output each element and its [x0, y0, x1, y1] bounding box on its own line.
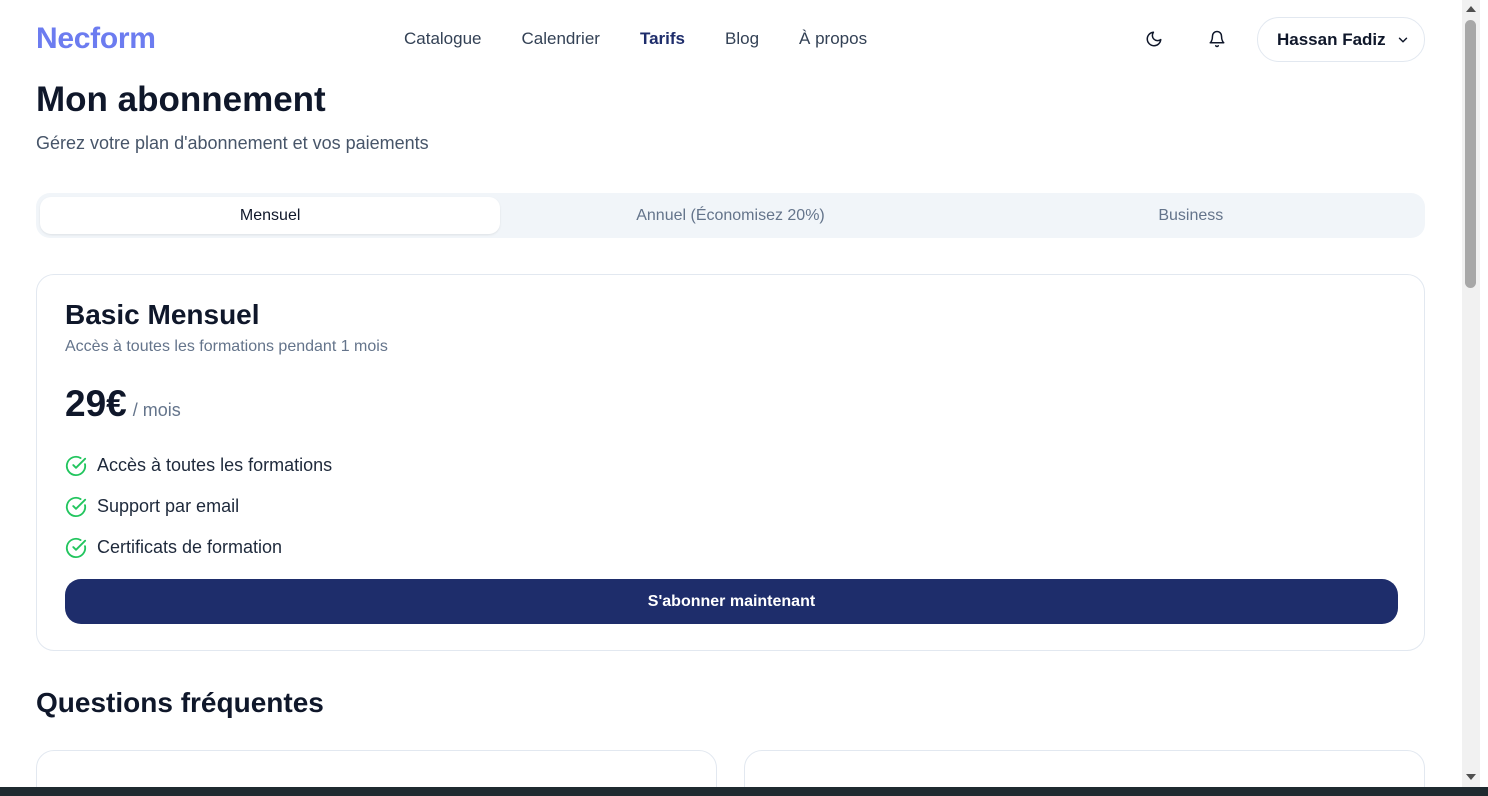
- main-nav: Catalogue Calendrier Tarifs Blog À propo…: [404, 29, 907, 49]
- plan-period: / mois: [132, 400, 181, 420]
- nav-link-a-propos[interactable]: À propos: [799, 29, 867, 49]
- scroll-down-arrow-icon[interactable]: [1465, 772, 1477, 782]
- subscribe-button[interactable]: S'abonner maintenant: [65, 579, 1398, 624]
- feature-item: Support par email: [65, 486, 332, 527]
- bell-icon: [1209, 30, 1225, 48]
- plan-description: Accès à toutes les formations pendant 1 …: [65, 338, 388, 355]
- feature-label: Support par email: [97, 496, 240, 516]
- feature-label: Accès à toutes les formations: [97, 455, 333, 475]
- page-scrollbar[interactable]: [1462, 0, 1480, 787]
- faq-title: Questions fréquentes: [36, 687, 324, 718]
- page-title: Mon abonnement: [36, 80, 326, 119]
- page-subtitle: Gérez votre plan d'abonnement et vos pai…: [36, 133, 429, 153]
- user-name: Hassan Fadiz: [1277, 29, 1386, 49]
- check-circle-icon: [65, 455, 87, 476]
- plan-name: Basic Mensuel: [65, 299, 260, 330]
- brand-logo[interactable]: Necform: [36, 22, 156, 56]
- notifications-button[interactable]: [1200, 22, 1234, 56]
- faq-card[interactable]: [744, 750, 1425, 787]
- check-circle-icon: [65, 537, 87, 558]
- feature-list: Accès à toutes les formations Support pa…: [65, 445, 332, 568]
- nav-link-blog[interactable]: Blog: [725, 29, 759, 49]
- feature-item: Certificats de formation: [65, 527, 332, 568]
- nav-link-catalogue[interactable]: Catalogue: [404, 29, 482, 49]
- theme-toggle-button[interactable]: [1137, 22, 1171, 56]
- scrollbar-thumb[interactable]: [1465, 20, 1476, 288]
- taskbar-edge: [0, 787, 1488, 796]
- faq-card[interactable]: [36, 750, 717, 787]
- tab-mensuel[interactable]: Mensuel: [40, 197, 501, 234]
- moon-icon: [1146, 31, 1162, 47]
- billing-period-tabs: Mensuel Annuel (Économisez 20%) Business: [36, 193, 1425, 238]
- feature-label: Certificats de formation: [97, 537, 283, 557]
- feature-item: Accès à toutes les formations: [65, 445, 332, 486]
- price-row: 29€ / mois: [65, 383, 181, 425]
- page-viewport: Necform Catalogue Calendrier Tarifs Blog…: [0, 0, 1462, 787]
- plan-price: 29€: [65, 383, 127, 424]
- nav-link-calendrier[interactable]: Calendrier: [522, 29, 600, 49]
- plan-card: Basic Mensuel Accès à toutes les formati…: [36, 274, 1425, 651]
- chevron-down-icon: [1398, 37, 1407, 42]
- scroll-up-arrow-icon[interactable]: [1465, 4, 1477, 14]
- window-edge: [1480, 0, 1488, 787]
- top-navbar: Necform Catalogue Calendrier Tarifs Blog…: [0, 0, 1462, 78]
- check-circle-icon: [65, 496, 87, 517]
- nav-link-tarifs[interactable]: Tarifs: [640, 29, 685, 49]
- tab-business[interactable]: Business: [961, 197, 1421, 234]
- user-menu-button[interactable]: Hassan Fadiz: [1257, 17, 1425, 62]
- tab-annuel[interactable]: Annuel (Économisez 20%): [500, 197, 960, 234]
